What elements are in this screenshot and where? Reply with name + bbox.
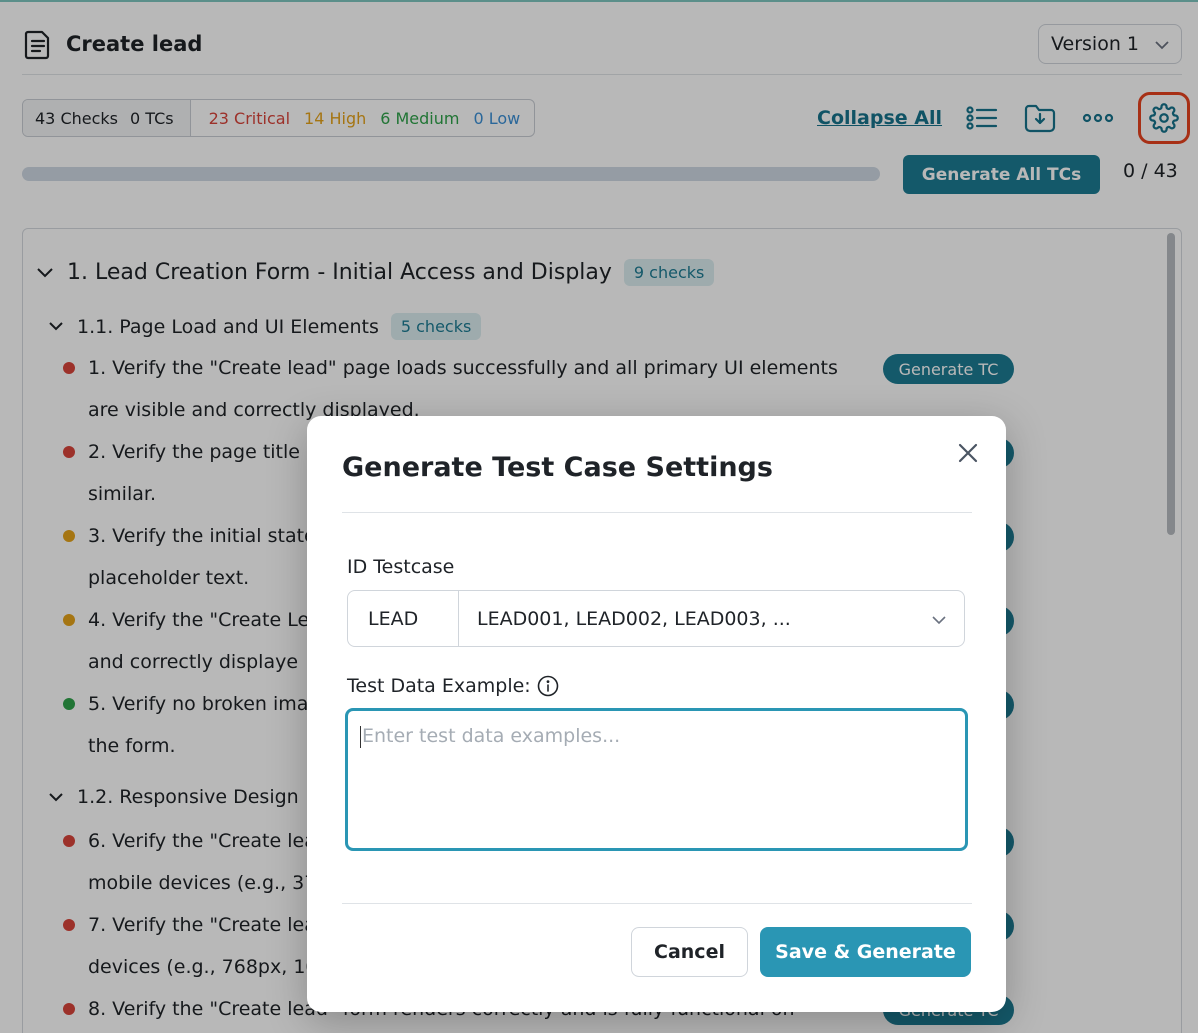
- modal-divider: [342, 512, 972, 513]
- chevron-down-icon: [932, 608, 946, 630]
- id-format-select[interactable]: LEAD001, LEAD002, LEAD003, ...: [459, 591, 964, 646]
- test-data-label: Test Data Example:: [347, 675, 531, 697]
- settings-modal: Generate Test Case Settings ID Testcase …: [307, 416, 1006, 1012]
- close-icon: [958, 443, 978, 463]
- save-generate-button[interactable]: Save & Generate: [760, 927, 971, 977]
- id-testcase-label: ID Testcase: [347, 556, 455, 578]
- text-caret: [360, 725, 361, 748]
- modal-title: Generate Test Case Settings: [342, 452, 773, 483]
- textarea-placeholder: Enter test data examples...: [362, 725, 621, 747]
- modal-footer-divider: [342, 903, 972, 904]
- id-testcase-field: LEAD LEAD001, LEAD002, LEAD003, ...: [347, 590, 965, 647]
- info-icon[interactable]: [537, 675, 559, 697]
- test-data-textarea[interactable]: Enter test data examples...: [345, 708, 968, 851]
- test-data-label-row: Test Data Example:: [347, 675, 559, 697]
- close-button[interactable]: [955, 440, 981, 466]
- id-prefix-input[interactable]: LEAD: [348, 591, 459, 646]
- cancel-button[interactable]: Cancel: [631, 927, 748, 977]
- id-format-value: LEAD001, LEAD002, LEAD003, ...: [477, 607, 791, 630]
